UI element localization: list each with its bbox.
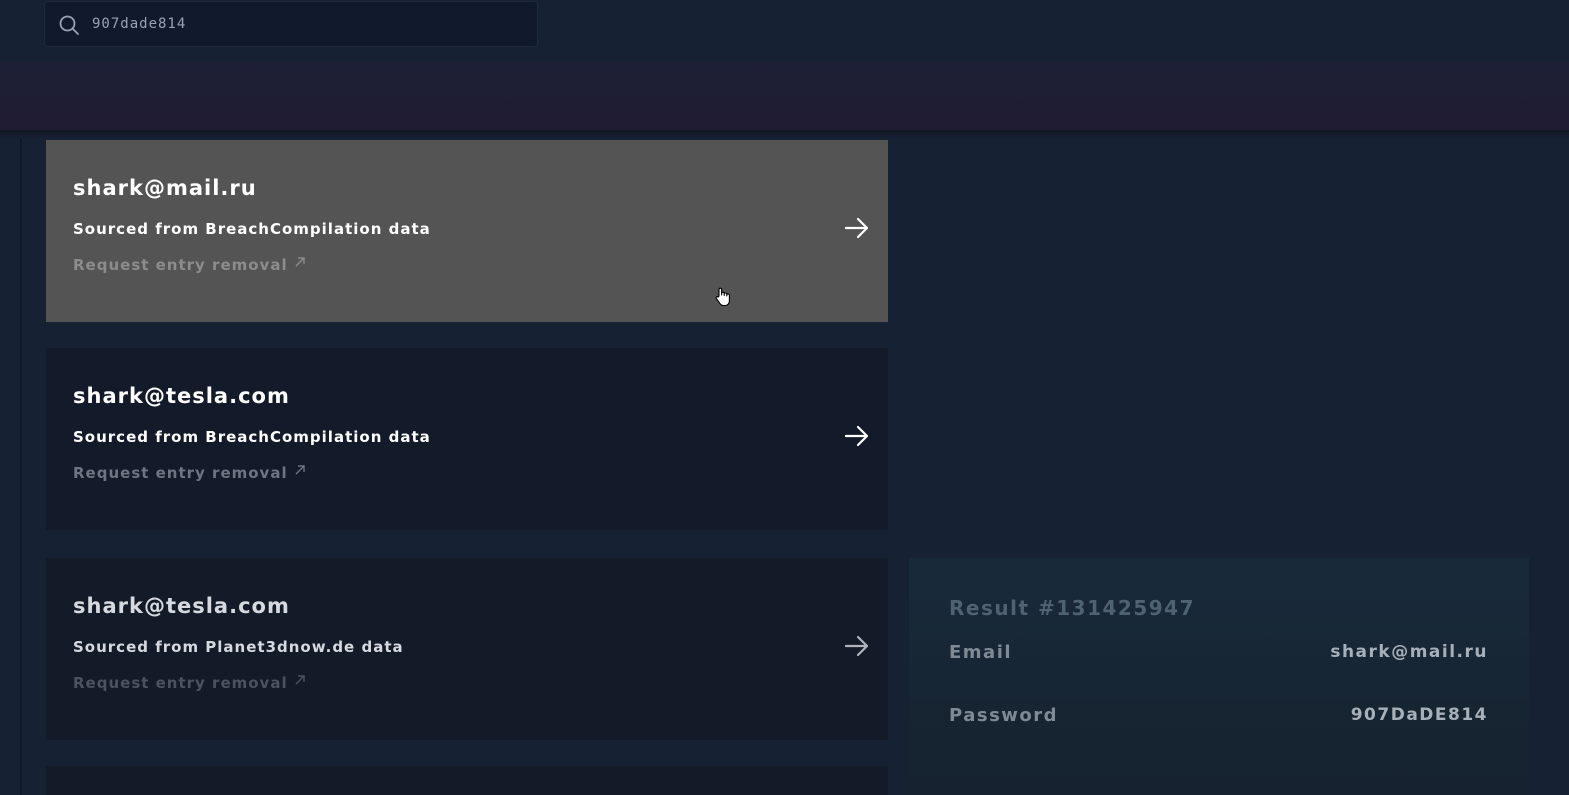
result-card[interactable]: shark@mail.ru Sourced from BreachCompila… [46,140,888,322]
banner-shadow [0,130,1569,138]
password-value: 907DaDE814 [1350,705,1488,725]
left-divider [20,138,22,795]
result-detail-panel: Result #131425947 Email shark@mail.ru Pa… [909,558,1529,795]
result-card[interactable]: shark@tesla.com Sourced from Planet3dnow… [46,558,888,740]
result-detail-title: Result #131425947 [949,596,1195,620]
search-icon [59,15,79,35]
top-bar: 907dade814 [0,0,1569,62]
request-removal-link[interactable]: Request entry removal [73,256,306,274]
external-link-icon [295,257,305,267]
external-link-icon [295,675,305,685]
request-removal-label: Request entry removal [73,256,288,274]
hand-cursor-icon [715,287,730,307]
search-input[interactable]: 907dade814 [44,1,538,47]
arrow-right-icon[interactable] [844,215,870,241]
result-source: Sourced from BreachCompilation data [73,428,431,446]
request-removal-link[interactable]: Request entry removal [73,674,306,692]
banner [0,62,1569,130]
result-card[interactable]: shark@tesla.com Sourced from BreachCompi… [46,348,888,530]
result-source: Sourced from BreachCompilation data [73,220,431,238]
result-source: Sourced from Planet3dnow.de data [73,638,404,656]
result-email: shark@tesla.com [73,384,290,408]
email-value: shark@mail.ru [1330,642,1488,662]
password-label: Password [949,705,1059,726]
request-removal-label: Request entry removal [73,464,288,482]
external-link-icon [295,465,305,475]
arrow-right-icon[interactable] [844,633,870,659]
result-card-partial[interactable] [46,766,888,795]
result-email: shark@tesla.com [73,594,290,618]
search-query[interactable]: 907dade814 [92,16,186,32]
arrow-right-icon[interactable] [844,423,870,449]
request-removal-link[interactable]: Request entry removal [73,464,306,482]
result-email: shark@mail.ru [73,176,257,200]
email-label: Email [949,642,1013,663]
request-removal-label: Request entry removal [73,674,288,692]
